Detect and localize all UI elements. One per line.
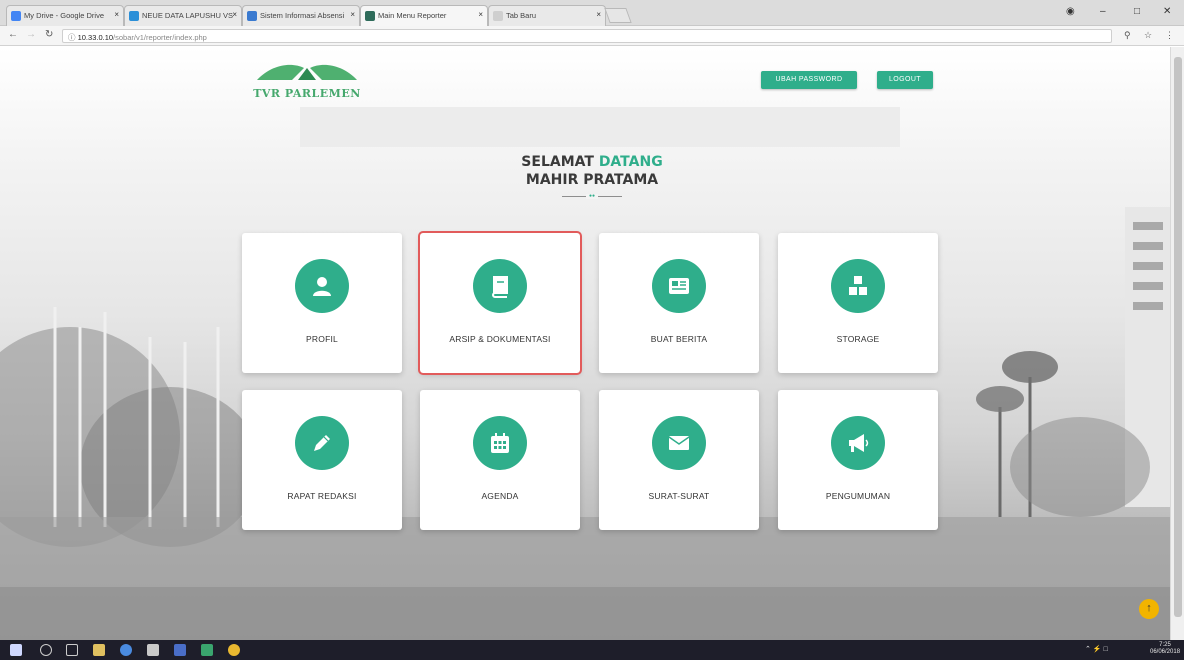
tray-icons[interactable]: ⌃ ⚡ □ [1085,645,1108,653]
menu-card-label: STORAGE [836,334,880,344]
store-icon[interactable] [147,644,159,656]
agenda-icon-circle [473,416,527,470]
tab-title: Tab Baru [506,11,537,20]
site-logo[interactable]: TVR PARLEMEN [252,56,362,102]
menu-card-label: PENGUMUMAN [825,491,891,501]
divider-ornament: ●● [586,194,598,199]
page-favicon-icon [129,11,139,21]
minimize-button[interactable]: – [1100,6,1106,17]
screen: My Drive - Google Drive × NEUE DATA LAPU… [0,0,1184,660]
welcome-highlight: DATANG [598,154,663,170]
address-bar[interactable]: ⓘ 10.33.0.10/sobar/v1/reporter/index.php [62,29,1112,43]
web-page: TVR PARLEMEN UBAH PASSWORD LOGOUT SELAMA… [0,47,1184,640]
file-explorer-icon[interactable] [93,644,105,656]
menu-card-label: BUAT BERITA [650,334,708,344]
close-tab-icon[interactable]: × [114,10,119,19]
menu-card-arsip-dokumentasi[interactable]: ARSIP & DOKUMENTASI [418,231,582,375]
edge-browser-icon[interactable] [120,644,132,656]
close-tab-icon[interactable]: × [478,10,483,19]
page-favicon-icon [493,11,503,21]
back-arrow-icon[interactable]: ← [8,29,18,40]
menu-card-label: AGENDA [481,491,519,501]
book-icon [492,276,508,298]
info-icon[interactable]: ⓘ [68,33,78,42]
logout-button[interactable]: LOGOUT [877,71,933,89]
tvr-parlemen-logo-icon [257,64,357,80]
taskbar-clock[interactable]: 7:25 06/06/2018 [1150,642,1180,656]
chrome-icon[interactable] [228,644,240,656]
newspaper-icon [669,278,689,294]
menu-card-storage[interactable]: STORAGE [778,233,938,373]
menu-card-label: ARSIP & DOKUMENTASI [449,334,551,344]
browser-tab-1[interactable]: My Drive - Google Drive × [6,5,124,26]
app-icon[interactable] [201,644,213,656]
welcome-greeting: SELAMAT [521,154,599,170]
menu-card-label: SURAT-SURAT [648,491,710,501]
welcome-heading: SELAMAT DATANG MAHIR PRATAMA [450,153,734,189]
url-path: /sobar/v1/reporter/index.php [113,33,207,42]
page-scrollbar[interactable] [1170,47,1184,640]
clock-date: 06/06/2018 [1150,649,1181,655]
menu-card-pengumuman[interactable]: PENGUMUMAN [778,390,938,530]
url-host: 10.33.0.10 [77,33,114,42]
surat-icon-circle [652,416,706,470]
new-tab-button[interactable] [604,8,632,23]
reload-icon[interactable]: ↻ [45,29,53,40]
clock-time: 7:25 [1159,642,1171,648]
menu-card-buat-berita[interactable]: BUAT BERITA [599,233,759,373]
tab-title: NEUE DATA LAPUSHU VS [142,11,233,20]
browser-tab-5[interactable]: Tab Baru × [488,5,606,26]
task-view-icon[interactable] [66,644,78,656]
tab-title: My Drive - Google Drive [24,11,105,20]
rapat-icon-circle [295,416,349,470]
close-window-button[interactable]: ✕ [1163,6,1171,17]
browser-tab-3[interactable]: Sistem Informasi Absensi × [242,5,360,26]
menu-card-surat-surat[interactable]: SURAT-SURAT [599,390,759,530]
arsip-icon-circle [473,259,527,313]
profil-icon-circle [295,259,349,313]
user-icon [313,277,331,296]
calendar-icon [491,433,509,453]
close-tab-icon[interactable]: × [350,10,355,19]
cubes-icon [849,276,867,295]
page-favicon-icon [365,11,375,21]
change-password-button[interactable]: UBAH PASSWORD [761,71,857,89]
scroll-to-top-button[interactable]: ↑ [1139,599,1159,619]
envelope-icon [668,436,690,450]
berita-icon-circle [652,259,706,313]
profile-icon[interactable]: ◉ [1066,6,1075,17]
page-favicon-icon [247,11,257,21]
close-tab-icon[interactable]: × [232,10,237,19]
close-tab-icon[interactable]: × [596,10,601,19]
mail-icon[interactable] [174,644,186,656]
logo-text: TVR PARLEMEN [253,87,361,100]
megaphone-icon [849,434,869,452]
browser-tab-4[interactable]: Main Menu Reporter × [360,5,488,26]
bookmark-star-icon[interactable]: ☆ [1144,30,1152,41]
browser-tab-2[interactable]: NEUE DATA LAPUSHU VS × [124,5,242,26]
maximize-button[interactable]: □ [1134,6,1140,17]
tab-title: Main Menu Reporter [378,11,447,20]
menu-card-rapat-redaksi[interactable]: RAPAT REDAKSI [242,390,402,530]
taskbar: ⌃ ⚡ □ 7:25 06/06/2018 [0,640,1184,660]
menu-card-agenda[interactable]: AGENDA [420,390,580,530]
google-drive-icon [11,11,21,21]
forward-arrow-icon[interactable]: → [26,29,36,40]
pencil-icon [314,435,330,451]
user-name: MAHIR PRATAMA [525,172,659,188]
pengumuman-icon-circle [831,416,885,470]
menu-dots-icon[interactable]: ⋮ [1165,30,1174,41]
menu-card-profil[interactable]: PROFIL [242,233,402,373]
scrollbar-thumb[interactable] [1174,57,1182,617]
key-icon[interactable]: ⚲ [1124,30,1131,41]
storage-icon-circle [831,259,885,313]
tab-title: Sistem Informasi Absensi [260,11,345,20]
windows-start-icon[interactable] [10,644,22,656]
menu-card-label: RAPAT REDAKSI [287,491,357,501]
background-scene [0,107,1184,640]
browser-tabstrip: My Drive - Google Drive × NEUE DATA LAPU… [0,0,1184,26]
search-icon[interactable] [40,644,52,656]
browser-toolbar: ← → ↻ ⓘ 10.33.0.10/sobar/v1/reporter/ind… [0,26,1184,46]
menu-card-label: PROFIL [306,334,338,344]
